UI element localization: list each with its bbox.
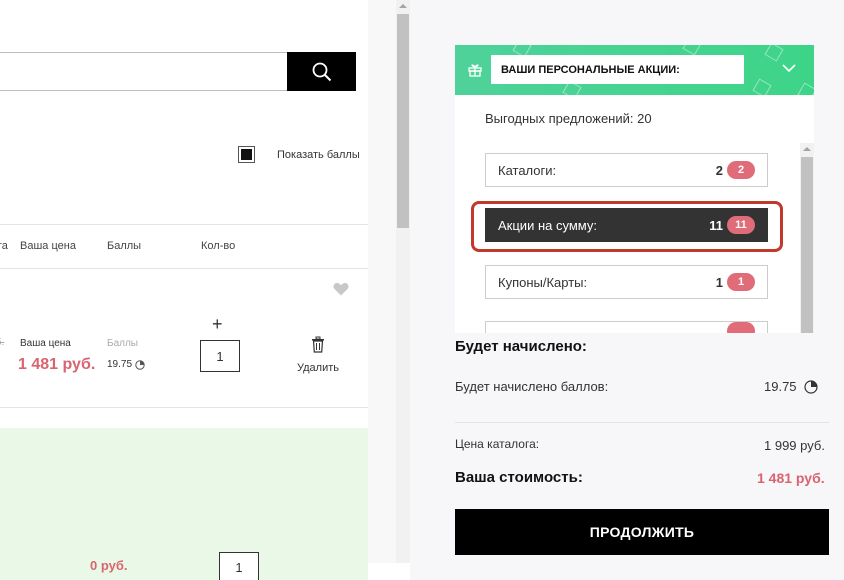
category-label: Купоны/Карты: (498, 274, 588, 290)
qty-increase-button[interactable]: + (212, 315, 223, 333)
promo-category-coupons[interactable]: Купоны/Карты: 1 1 (485, 265, 768, 299)
category-badge: 2 (727, 161, 755, 179)
gutter (368, 0, 396, 563)
delete-button[interactable]: Удалить (293, 336, 343, 374)
accrue-points-label: Будет начислено баллов: (455, 379, 609, 394)
category-badge: 1 (727, 273, 755, 291)
trash-icon (312, 336, 324, 353)
divider (0, 407, 368, 408)
show-points-checkbox[interactable] (238, 146, 255, 163)
category-badge (727, 322, 755, 333)
search-input[interactable] (0, 52, 288, 91)
col-header-points: Баллы (107, 240, 142, 252)
points-icon (135, 359, 145, 370)
accrue-points-value-group: 19.75 (764, 379, 818, 394)
promo-scrollbar-thumb[interactable] (801, 157, 813, 333)
heart-icon[interactable] (333, 282, 349, 296)
promo-band: 0 руб. 1 (0, 428, 368, 580)
col-header-catalog-price: га (0, 240, 8, 252)
points-icon (803, 379, 818, 394)
offers-count: Выгодных предложений: 20 (485, 111, 652, 126)
promo-header[interactable]: ВАШИ ПЕРСОНАЛЬНЫЕ АКЦИИ: (455, 45, 814, 102)
show-points-label: Показать баллы (277, 148, 360, 161)
promo-qty-input[interactable]: 1 (219, 552, 259, 580)
points-value: 19.75 (107, 359, 133, 370)
continue-button[interactable]: ПРОДОЛЖИТЬ (455, 509, 829, 555)
cart-pane: Показать баллы га Ваша цена Баллы Кол-во… (0, 0, 368, 580)
divider (0, 224, 368, 225)
gift-icon (468, 64, 482, 77)
search-button[interactable] (287, 52, 356, 91)
scroll-up-arrow-icon[interactable] (801, 143, 813, 155)
delete-label: Удалить (297, 362, 339, 374)
promo-category-more[interactable] (485, 321, 768, 333)
catalog-price-value: 1 999 руб. (764, 438, 825, 453)
main-scrollbar-thumb[interactable] (397, 14, 409, 228)
catalog-price: . (0, 358, 1, 373)
promo-title: ВАШИ ПЕРСОНАЛЬНЫЕ АКЦИИ: (491, 55, 744, 84)
your-cost-value: 1 481 руб. (757, 470, 825, 486)
divider (455, 422, 829, 423)
category-count: 1 (715, 274, 723, 290)
promo-category-catalogs[interactable]: Каталоги: 2 2 (485, 153, 768, 187)
your-price-label: Ваша цена (20, 338, 71, 349)
points-label: Баллы (107, 338, 138, 349)
your-price-value: 1 481 руб. (18, 356, 96, 373)
search-icon (312, 62, 331, 81)
your-cost-label: Ваша стоимость: (455, 469, 583, 486)
col-header-your-price: Ваша цена (20, 240, 76, 252)
catalog-price-label: Цена каталога: (455, 437, 540, 451)
accrue-points-value: 19.75 (764, 379, 797, 394)
category-label: Каталоги: (498, 162, 557, 178)
promo-price: 0 руб. (90, 558, 128, 573)
qty-input[interactable]: 1 (200, 340, 240, 372)
accrue-title: Будет начислено: (455, 338, 587, 355)
old-price: 5. (0, 337, 5, 348)
personal-promos-panel: ВАШИ ПЕРСОНАЛЬНЫЕ АКЦИИ: Выгодных предло… (455, 45, 814, 333)
chevron-down-icon[interactable] (782, 64, 796, 73)
divider (0, 268, 368, 269)
highlight-outline (471, 201, 783, 252)
show-points-toggle[interactable]: Показать баллы (238, 146, 360, 163)
scroll-up-arrow-icon[interactable] (397, 0, 409, 12)
points-value-group: 19.75 (107, 359, 145, 370)
category-count: 2 (715, 162, 723, 178)
col-header-qty: Кол-во (201, 240, 236, 252)
